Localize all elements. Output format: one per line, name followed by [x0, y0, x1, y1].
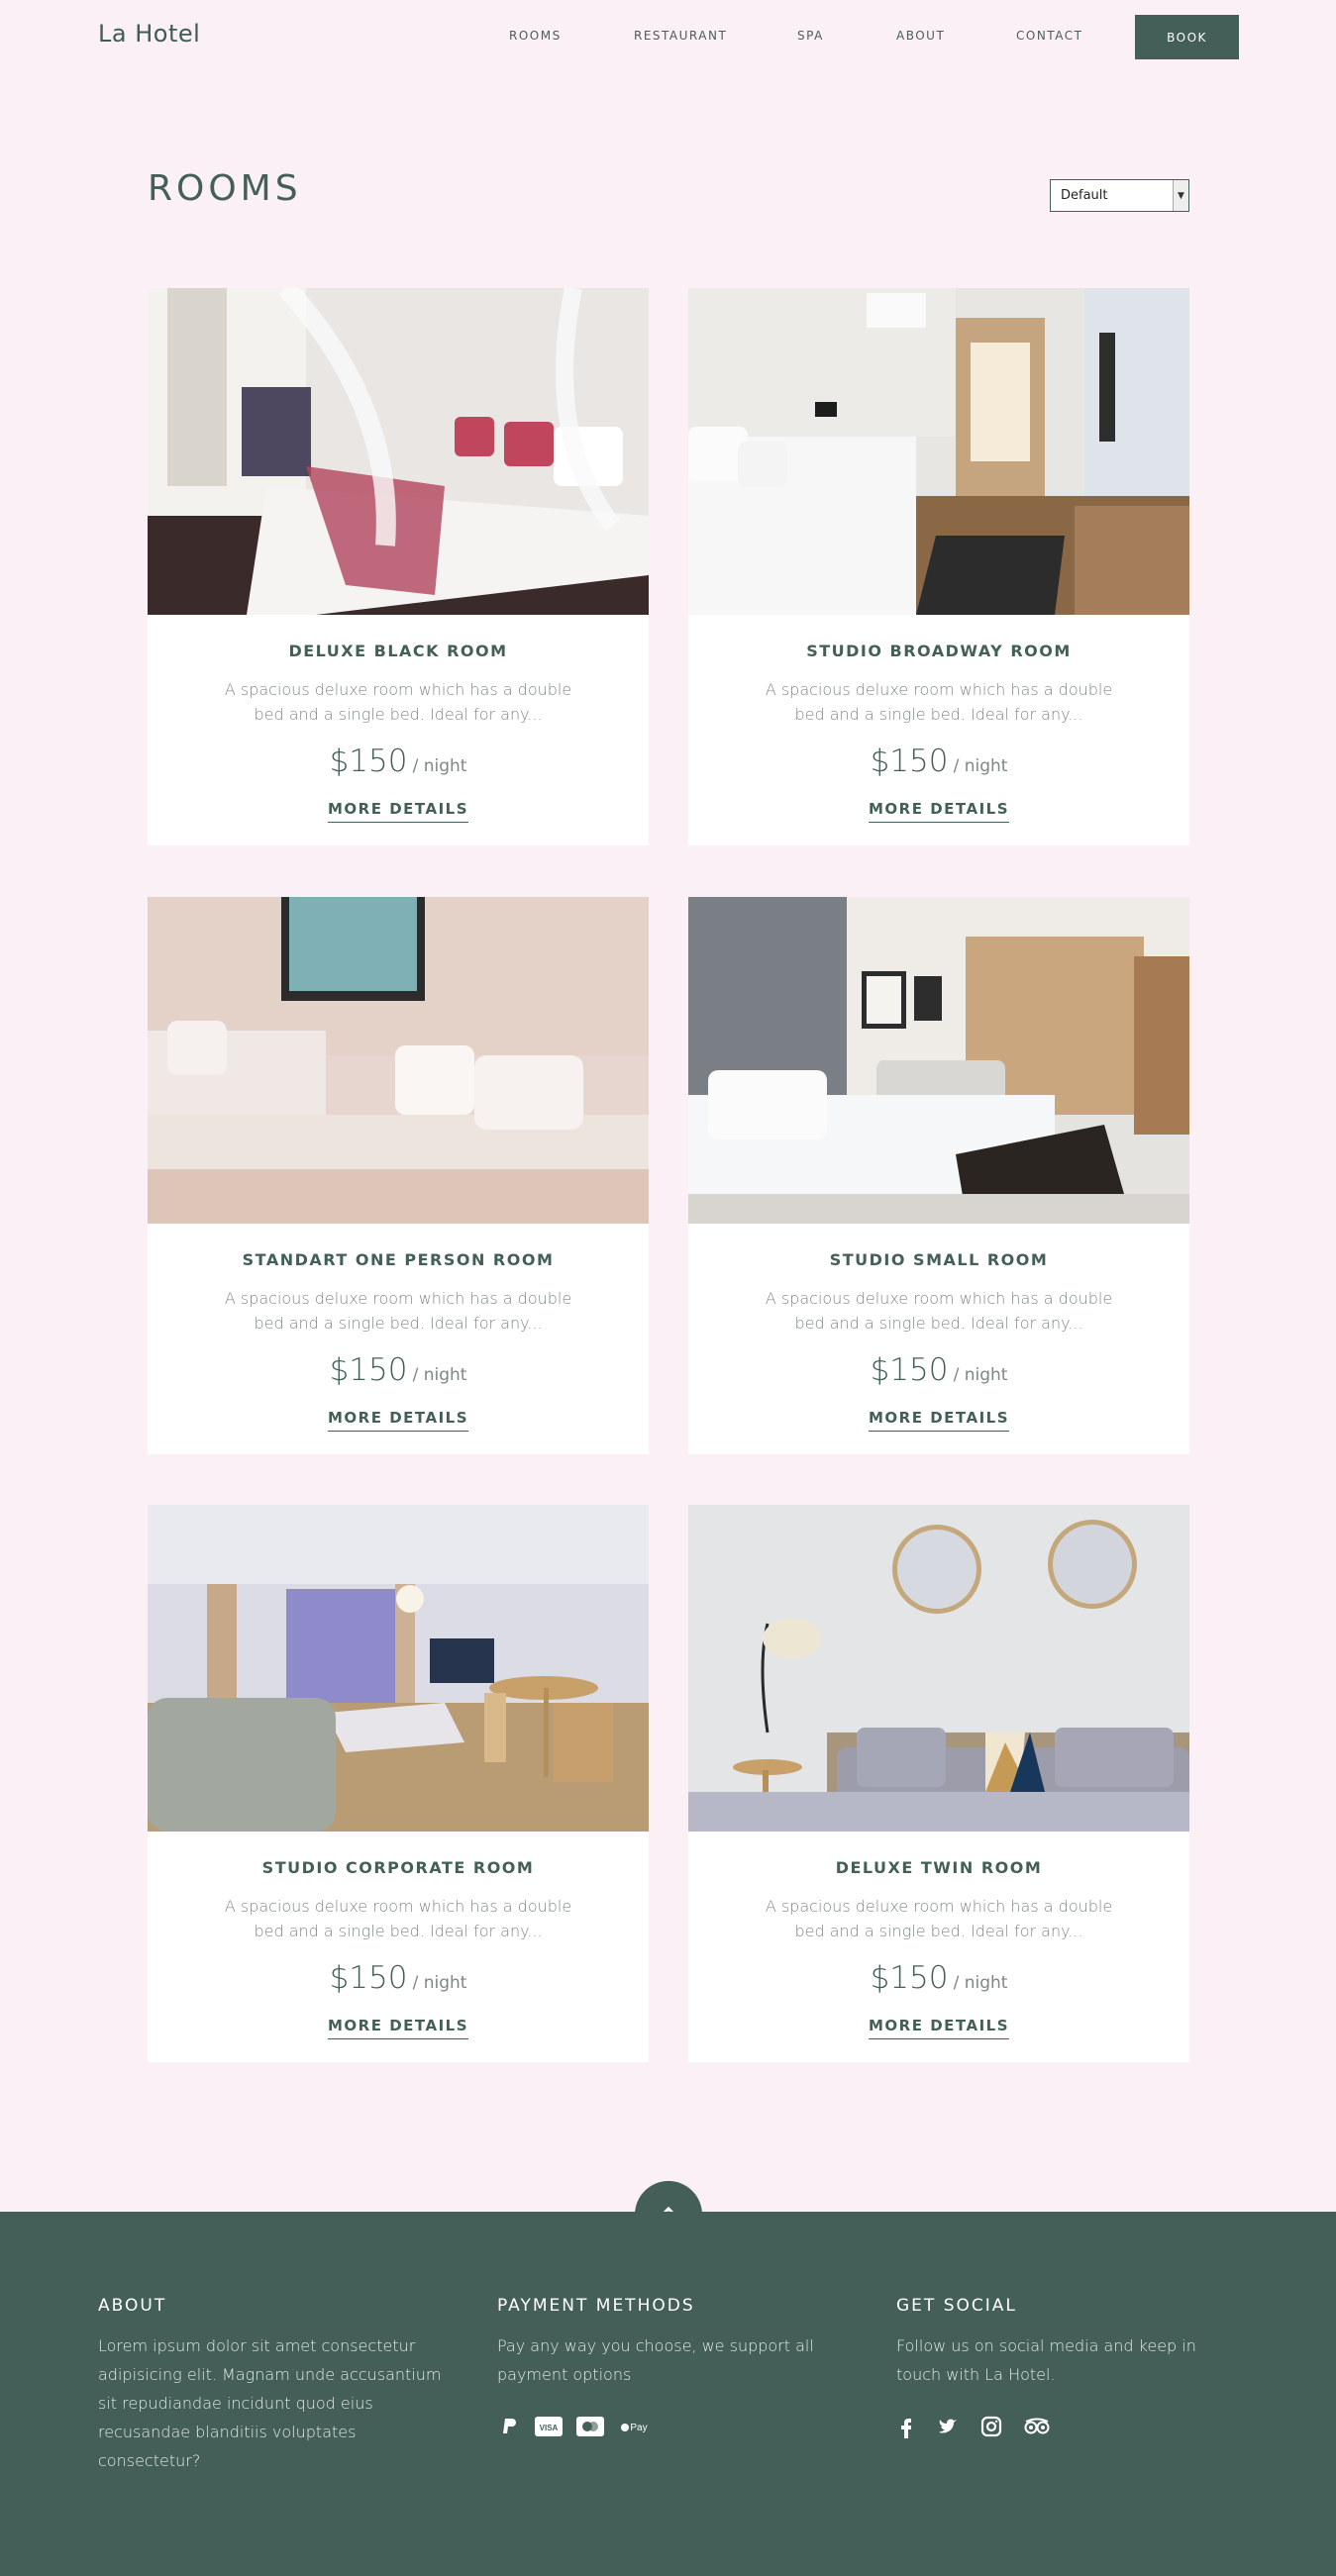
footer-payment: PAYMENT METHODS Pay any way you choose, … — [497, 2296, 854, 2438]
room-price: $150 / night — [688, 1960, 1189, 1996]
nav-link-rooms[interactable]: ROOMS — [509, 29, 562, 43]
room-image[interactable] — [148, 897, 649, 1224]
room-price: $150 / night — [688, 743, 1189, 779]
price-unit: / night — [953, 1973, 1008, 1993]
paypal-icon — [503, 2419, 516, 2433]
social-icons — [896, 2415, 1253, 2438]
price-value: $150 — [329, 1352, 408, 1388]
price-value: $150 — [870, 743, 949, 779]
room-description: A spacious deluxe room which has a doubl… — [224, 1289, 572, 1333]
nav-link-about[interactable]: ABOUT — [896, 29, 945, 43]
room-card: STUDIO CORPORATE ROOM A spacious deluxe … — [148, 1505, 649, 2062]
price-value: $150 — [329, 743, 408, 779]
payment-icons: VISA Pay — [497, 2415, 854, 2438]
book-button[interactable]: BOOK — [1135, 15, 1239, 59]
room-image[interactable] — [148, 1505, 649, 1832]
price-unit: / night — [953, 756, 1008, 776]
room-description: A spacious deluxe room which has a doubl… — [765, 1289, 1113, 1333]
room-card: DELUXE BLACK ROOM A spacious deluxe room… — [148, 288, 649, 845]
footer-social-title: GET SOCIAL — [896, 2296, 1017, 2316]
room-image[interactable] — [148, 288, 649, 615]
nav-link-contact[interactable]: CONTACT — [1016, 29, 1082, 43]
sort-select[interactable]: Default ▼ — [1050, 179, 1189, 212]
price-unit: / night — [953, 1365, 1008, 1385]
more-details-link[interactable]: MORE DETAILS — [327, 800, 469, 823]
room-price: $150 / night — [148, 1352, 649, 1388]
price-value: $150 — [870, 1960, 949, 1996]
page-title: ROOMS — [148, 168, 302, 209]
more-details-link[interactable]: MORE DETAILS — [327, 2017, 469, 2039]
footer-social-text: Follow us on social media and keep in to… — [896, 2336, 1196, 2384]
footer-about-title: ABOUT — [98, 2296, 167, 2316]
room-price: $150 / night — [688, 1352, 1189, 1388]
room-card: STUDIO SMALL ROOM A spacious deluxe room… — [688, 897, 1189, 1454]
price-unit: / night — [412, 1365, 467, 1385]
more-details-link[interactable]: MORE DETAILS — [868, 1409, 1010, 1432]
room-image[interactable] — [688, 897, 1189, 1224]
room-title: STUDIO CORPORATE ROOM — [261, 1858, 535, 1877]
room-image[interactable] — [688, 288, 1189, 615]
mastercard-icon — [576, 2417, 604, 2436]
more-details-link[interactable]: MORE DETAILS — [868, 800, 1010, 823]
room-price: $150 / night — [148, 743, 649, 779]
navbar: La Hotel ROOMS RESTAURANT SPA ABOUT CONT… — [0, 0, 1336, 71]
footer-payment-title: PAYMENT METHODS — [497, 2296, 695, 2316]
footer-social: GET SOCIAL Follow us on social media and… — [896, 2296, 1253, 2438]
room-title: STUDIO BROADWAY ROOM — [806, 642, 1072, 660]
room-description: A spacious deluxe room which has a doubl… — [765, 1897, 1113, 1940]
room-title: DELUXE TWIN ROOM — [835, 1858, 1043, 1877]
room-title: DELUXE BLACK ROOM — [288, 642, 508, 660]
more-details-link[interactable]: MORE DETAILS — [868, 2017, 1010, 2039]
room-image[interactable] — [688, 1505, 1189, 1832]
room-card: STANDART ONE PERSON ROOM A spacious delu… — [148, 897, 649, 1454]
visa-icon: VISA — [535, 2417, 563, 2436]
price-value: $150 — [329, 1960, 408, 1996]
room-title: STUDIO SMALL ROOM — [829, 1250, 1049, 1269]
nav-link-restaurant[interactable]: RESTAURANT — [634, 29, 727, 43]
nav-link-spa[interactable]: SPA — [797, 29, 824, 43]
footer-about: ABOUT Lorem ipsum dolor sit amet consect… — [98, 2296, 455, 2475]
sort-select-value: Default — [1061, 188, 1108, 203]
more-details-link[interactable]: MORE DETAILS — [327, 1409, 469, 1432]
room-description: A spacious deluxe room which has a doubl… — [224, 1897, 572, 1940]
room-card: STUDIO BROADWAY ROOM A spacious deluxe r… — [688, 288, 1189, 845]
room-price: $150 / night — [148, 1960, 649, 1996]
room-description: A spacious deluxe room which has a doubl… — [224, 680, 572, 724]
facebook-icon[interactable] — [896, 2415, 916, 2438]
price-unit: / night — [412, 756, 467, 776]
room-description: A spacious deluxe room which has a doubl… — [765, 680, 1113, 724]
price-value: $150 — [870, 1352, 949, 1388]
instagram-icon[interactable] — [979, 2415, 1003, 2438]
footer-about-text: Lorem ipsum dolor sit amet consectetur a… — [98, 2336, 442, 2470]
tripadvisor-icon[interactable] — [1023, 2415, 1051, 2438]
brand-logo[interactable]: La Hotel — [98, 20, 200, 48]
footer-payment-text: Pay any way you choose, we support all p… — [497, 2336, 814, 2384]
footer: ABOUT Lorem ipsum dolor sit amet consect… — [0, 2212, 1336, 2576]
svg-text:Pay: Pay — [630, 2423, 647, 2433]
chevron-down-icon[interactable]: ▼ — [1173, 180, 1188, 211]
room-card: DELUXE TWIN ROOM A spacious deluxe room … — [688, 1505, 1189, 2062]
twitter-icon[interactable] — [936, 2415, 960, 2438]
price-unit: / night — [412, 1973, 467, 1993]
apple-pay-icon: Pay — [621, 2423, 648, 2433]
room-title: STANDART ONE PERSON ROOM — [242, 1250, 555, 1269]
svg-text:VISA: VISA — [540, 2424, 559, 2432]
